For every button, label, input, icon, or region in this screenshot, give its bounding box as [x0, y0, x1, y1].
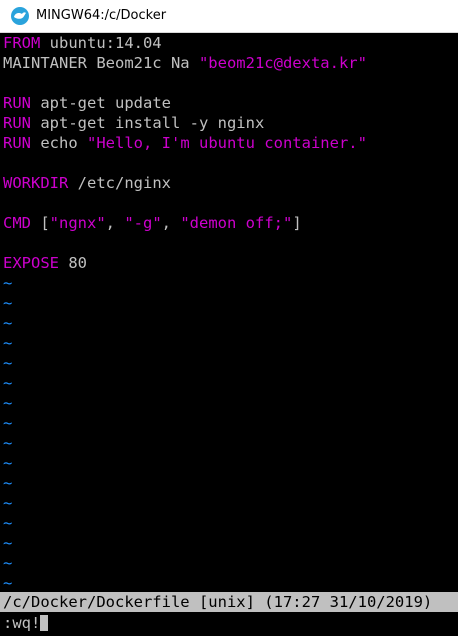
text-cursor [40, 615, 49, 631]
code-text: apt-get install -y nginx [31, 114, 265, 132]
empty-line-tilde: ~ [3, 474, 13, 492]
empty-line-tilde: ~ [3, 434, 13, 452]
code-text: , [161, 214, 181, 232]
vim-command-line[interactable]: :wq! [3, 613, 49, 633]
code-text: echo [31, 134, 87, 152]
string-literal: "beom21c@dexta.kr" [198, 54, 367, 72]
code-line-from: FROM ubuntu:14.04 [3, 33, 162, 53]
empty-line-tilde: ~ [3, 294, 13, 312]
code-text: 80 [59, 254, 87, 272]
window-title: MINGW64:/c/Docker [36, 8, 167, 23]
keyword: WORKDIR [3, 174, 69, 192]
keyword: RUN [3, 94, 31, 112]
code-line-expose: EXPOSE 80 [3, 253, 87, 273]
empty-line-tilde: ~ [3, 274, 13, 292]
code-text: ubuntu:14.04 [40, 34, 162, 52]
vim-status-line: /c/Docker/Dockerfile [unix] (17:27 31/10… [0, 592, 458, 612]
mingw-terminal-icon [11, 7, 29, 25]
code-line-workdir: WORKDIR /etc/nginx [3, 173, 171, 193]
empty-line-tilde: ~ [3, 314, 13, 332]
code-text: /etc/nginx [68, 174, 171, 192]
terminal-window: MINGW64:/c/Docker FROM ubuntu:14.04 MAIN… [0, 0, 458, 636]
empty-line-tilde: ~ [3, 454, 13, 472]
code-line-maintainer: MAINTANER Beom21c Na "beom21c@dexta.kr" [3, 53, 367, 73]
code-line-run-echo: RUN echo "Hello, I'm ubuntu container." [3, 133, 367, 153]
title-bar[interactable]: MINGW64:/c/Docker [0, 0, 458, 33]
keyword: RUN [3, 114, 31, 132]
code-text: , [105, 214, 125, 232]
keyword: RUN [3, 134, 31, 152]
empty-line-tilde: ~ [3, 374, 13, 392]
code-text: [ [31, 214, 50, 232]
empty-line-tilde: ~ [3, 574, 13, 592]
command-text: :wq! [3, 614, 41, 632]
code-line-cmd: CMD ["ngnx", "-g", "demon off;"] [3, 213, 302, 233]
empty-line-tilde: ~ [3, 514, 13, 532]
empty-line-tilde: ~ [3, 534, 13, 552]
string-literal: "-g" [124, 214, 162, 232]
vim-editor[interactable]: FROM ubuntu:14.04 MAINTANER Beom21c Na "… [0, 33, 458, 636]
status-text: /c/Docker/Dockerfile [unix] (17:27 31/10… [3, 593, 433, 611]
empty-line-tilde: ~ [3, 494, 13, 512]
keyword: FROM [3, 34, 41, 52]
code-line-run-install: RUN apt-get install -y nginx [3, 113, 264, 133]
string-literal: "demon off;" [180, 214, 293, 232]
code-line-run-update: RUN apt-get update [3, 93, 171, 113]
string-literal: "ngnx" [49, 214, 106, 232]
code-text: MAINTANER Beom21c Na [3, 54, 199, 72]
code-text: ] [292, 214, 302, 232]
empty-line-tilde: ~ [3, 354, 13, 372]
keyword: EXPOSE [3, 254, 59, 272]
empty-line-tilde: ~ [3, 334, 13, 352]
empty-line-tilde: ~ [3, 414, 13, 432]
string-literal: "Hello, I'm ubuntu container." [87, 134, 367, 152]
empty-line-tilde: ~ [3, 554, 13, 572]
empty-line-tilde: ~ [3, 394, 13, 412]
keyword: CMD [3, 214, 31, 232]
code-text: apt-get update [31, 94, 171, 112]
